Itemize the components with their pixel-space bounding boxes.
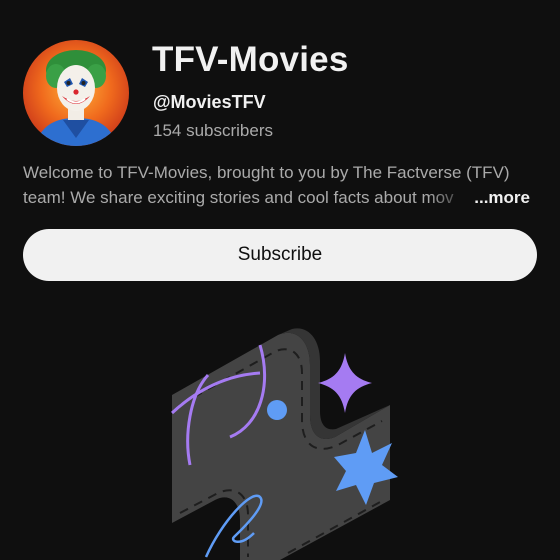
channel-name: TFV-Movies xyxy=(152,40,349,79)
channel-handle: @MoviesTFV xyxy=(153,92,266,112)
channel-page: TFV-Movies @MoviesTFV 154 subscribers We… xyxy=(0,0,560,560)
channel-avatar[interactable] xyxy=(23,40,129,146)
description-line-2: team! We share exciting stories and cool… xyxy=(23,188,454,207)
subscribe-button[interactable]: Subscribe xyxy=(23,229,537,281)
joker-avatar-icon xyxy=(23,40,129,146)
empty-state-illustration xyxy=(160,325,400,560)
description-line-2-row: team! We share exciting stories and cool… xyxy=(23,185,533,210)
subscriber-count: 154 subscribers xyxy=(153,121,274,140)
film-strip-sparkle-illustration xyxy=(170,328,398,560)
more-link[interactable]: ...more xyxy=(470,185,530,210)
description-line-1: Welcome to TFV-Movies, brought to you by… xyxy=(23,163,510,182)
channel-description[interactable]: Welcome to TFV-Movies, brought to you by… xyxy=(23,160,533,210)
